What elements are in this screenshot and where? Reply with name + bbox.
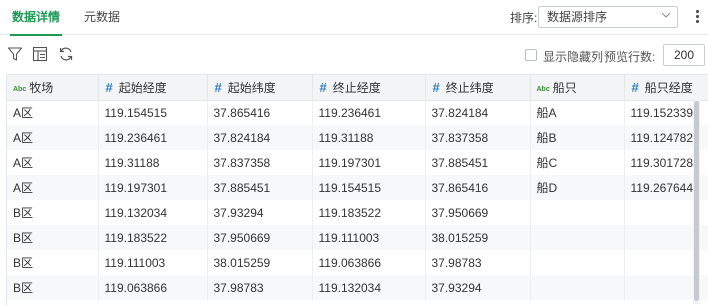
table-cell: 37.824184 <box>425 100 531 125</box>
numeric-type-icon: # <box>319 79 327 95</box>
vertical-scrollbar[interactable] <box>693 99 700 304</box>
table-row[interactable]: A区 119.154515 37.865416 119.236461 37.824184… <box>7 100 708 125</box>
tab-bar: 数据详情 元数据 排序: 数据源排序 <box>0 0 708 36</box>
numeric-type-icon: # <box>105 79 113 95</box>
table-cell: 37.885451 <box>207 175 313 200</box>
data-table: Abc 牧场 # 起始经度 # 起始纬度 # 终止经度 # 终止纬度 Abc 船只 # 船只经度 A区 11… <box>7 75 708 300</box>
column-header-label: 起始经度 <box>118 80 167 95</box>
table-cell <box>530 200 625 225</box>
table-cell: B区 <box>7 200 99 225</box>
table-cell: A区 <box>7 150 99 175</box>
column-header[interactable]: # 终止纬度 <box>425 75 531 101</box>
table-cell: 37.837358 <box>425 125 531 150</box>
text-type-icon: Abc <box>13 85 27 93</box>
sort-label: 排序: <box>510 11 538 25</box>
table-cell: 119.111003 <box>312 225 426 250</box>
scrollbar-thumb[interactable] <box>694 101 699 301</box>
table-cell: A区 <box>7 125 99 150</box>
table-cell: 119.111003 <box>98 250 208 275</box>
table-cell: 119.31188 <box>312 125 426 150</box>
table-cell: 119.063866 <box>312 250 426 275</box>
show-hidden-columns-label: 显示隐藏列 <box>543 50 604 64</box>
chevron-down-icon <box>661 12 671 18</box>
refresh-icon[interactable] <box>58 46 74 62</box>
table-cell: A区 <box>7 175 99 200</box>
table-cell: 119.132034 <box>98 200 208 225</box>
table-cell: 38.015259 <box>207 250 313 275</box>
column-header[interactable]: # 终止经度 <box>312 75 426 101</box>
numeric-type-icon: # <box>631 79 639 95</box>
table-cell: 119.183522 <box>98 225 208 250</box>
column-header[interactable]: Abc 船只 <box>530 75 625 101</box>
column-header[interactable]: # 船只经度 <box>624 75 708 101</box>
columns-icon[interactable] <box>32 46 48 62</box>
table-cell: 119.132034 <box>312 275 426 300</box>
tab-metadata[interactable]: 元数据 <box>84 0 120 35</box>
table-header-row: Abc 牧场 # 起始经度 # 起始纬度 # 终止经度 # 终止纬度 Abc 船只 # 船只经度 <box>7 75 708 101</box>
column-header[interactable]: # 起始经度 <box>98 75 208 101</box>
text-type-icon: Abc <box>536 85 550 93</box>
table-cell: B区 <box>7 225 99 250</box>
column-header-label: 终止纬度 <box>445 80 494 95</box>
table-cell: A区 <box>7 100 99 125</box>
table-cell: B区 <box>7 250 99 275</box>
table-row[interactable]: B区 119.183522 37.950669 119.111003 38.015259 <box>7 225 708 250</box>
preview-rows-input[interactable] <box>663 44 705 66</box>
column-header-label: 牧场 <box>29 80 54 95</box>
table-cell: 119.154515 <box>98 100 208 125</box>
table-cell: 37.824184 <box>207 125 313 150</box>
table-cell: 37.837358 <box>207 150 313 175</box>
sort-select[interactable]: 数据源排序 <box>538 6 678 28</box>
column-header-label: 船只 <box>552 80 577 95</box>
table-cell <box>530 250 625 275</box>
tab-data-details[interactable]: 数据详情 <box>9 0 63 36</box>
table-cell: 37.865416 <box>207 100 313 125</box>
table-cell: 119.063866 <box>98 275 208 300</box>
table-cell: 119.31188 <box>98 150 208 175</box>
table-cell: 船B <box>530 125 625 150</box>
table-cell: 船A <box>530 100 625 125</box>
sort-select-value: 数据源排序 <box>547 10 608 24</box>
column-header-label: 船只经度 <box>644 80 693 95</box>
table-row[interactable]: B区 119.063866 37.98783 119.132034 37.93294 <box>7 275 708 300</box>
table-cell: 37.885451 <box>425 150 531 175</box>
table-row[interactable]: B区 119.132034 37.93294 119.183522 37.950669 <box>7 200 708 225</box>
table-cell: 37.98783 <box>425 250 531 275</box>
table-cell: 37.93294 <box>207 200 313 225</box>
table-cell: 37.950669 <box>425 200 531 225</box>
table-cell: 37.950669 <box>207 225 313 250</box>
data-grid: Abc 牧场 # 起始经度 # 起始纬度 # 终止经度 # 终止纬度 Abc 船只 # 船只经度 A区 11… <box>6 74 708 306</box>
preview-rows-label: 预览行数: <box>604 50 656 64</box>
column-header-label: 终止经度 <box>332 80 381 95</box>
column-header-label: 起始纬度 <box>227 80 276 95</box>
table-cell: 船C <box>530 150 625 175</box>
table-cell: 119.197301 <box>98 175 208 200</box>
table-cell: 37.93294 <box>425 275 531 300</box>
column-header[interactable]: Abc 牧场 <box>7 75 99 101</box>
more-vertical-icon[interactable] <box>692 8 702 26</box>
table-row[interactable]: B区 119.111003 38.015259 119.063866 37.98783 <box>7 250 708 275</box>
table-cell: 119.236461 <box>98 125 208 150</box>
show-hidden-columns-checkbox[interactable] <box>525 49 537 61</box>
table-cell: 38.015259 <box>425 225 531 250</box>
table-cell <box>530 225 625 250</box>
filter-icon[interactable] <box>7 46 23 62</box>
column-header[interactable]: # 起始纬度 <box>207 75 313 101</box>
table-cell <box>530 275 625 300</box>
table-cell: 119.154515 <box>312 175 426 200</box>
table-row[interactable]: A区 119.31188 37.837358 119.197301 37.885451 船… <box>7 150 708 175</box>
table-cell: 119.197301 <box>312 150 426 175</box>
table-cell: 37.98783 <box>207 275 313 300</box>
table-row[interactable]: A区 119.236461 37.824184 119.31188 37.837358 船… <box>7 125 708 150</box>
table-row[interactable]: A区 119.197301 37.885451 119.154515 37.865416… <box>7 175 708 200</box>
table-cell: 船D <box>530 175 625 200</box>
table-cell: 119.183522 <box>312 200 426 225</box>
table-cell: B区 <box>7 275 99 300</box>
table-cell: 119.236461 <box>312 100 426 125</box>
numeric-type-icon: # <box>214 79 222 95</box>
table-cell: 37.865416 <box>425 175 531 200</box>
numeric-type-icon: # <box>432 79 440 95</box>
